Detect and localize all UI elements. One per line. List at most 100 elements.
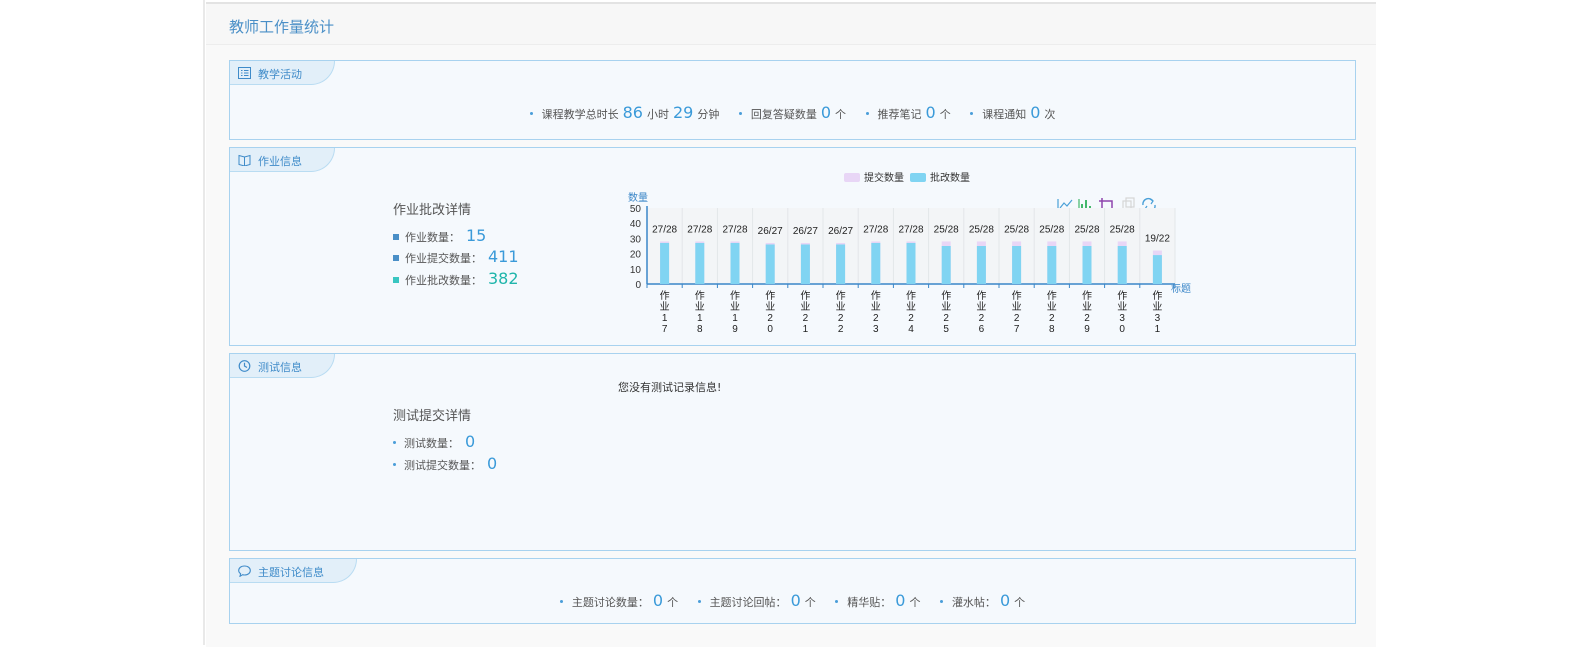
bar-graded <box>765 244 775 284</box>
x-tick-label: 业 <box>1047 301 1057 313</box>
stat-value: 0 <box>790 591 801 610</box>
test-info-panel: 测试信息 您没有测试记录信息! 测试提交详情 测试数量： 0 测试提交数量： 0 <box>229 353 1356 551</box>
x-tick-label: 业 <box>1152 301 1162 313</box>
x-tick-label: 7 <box>662 324 668 332</box>
x-tick-label: 3 <box>873 324 879 332</box>
x-tick-label: 1 <box>732 313 738 324</box>
stat-label: 精华贴： <box>847 596 892 609</box>
discussion-info-panel: 主题讨论信息 主题讨论数量： 0 个 主题讨论回帖： 0 个 精华贴： 0 个 灌水帖： 0 个 <box>229 558 1356 624</box>
x-tick-label: 作 <box>730 290 740 302</box>
stat-value: 0 <box>820 103 832 122</box>
x-tick-label: 2 <box>1049 313 1055 324</box>
reply-count-stat: 回复答疑数量 0 个 <box>738 103 846 122</box>
legend-submitted-swatch[interactable] <box>844 173 860 182</box>
discussion-info-tab: 主题讨论信息 <box>230 559 357 583</box>
homework-info-panel: 作业信息 作业批改详情 作业数量： 15 作业提交数量： 411 作业批改数量： 38… <box>229 147 1356 346</box>
featured-post-stat: 精华贴： 0 个 <box>835 591 920 610</box>
data-label: 26/27 <box>793 226 818 237</box>
item-value: 411 <box>488 247 519 266</box>
x-tick-label: 作 <box>1047 290 1057 302</box>
stat-value: 0 <box>925 103 936 122</box>
data-label: 25/28 <box>1074 224 1099 235</box>
x-tick-label: 业 <box>1012 301 1022 313</box>
page-title: 教师工作量统计 <box>229 18 335 36</box>
bullet-dot <box>970 111 974 115</box>
x-tick-label: 7 <box>1014 324 1020 332</box>
discussion-reply-stat: 主题讨论回帖： 0 个 <box>697 591 816 610</box>
x-tick-label: 业 <box>1117 301 1127 313</box>
bullet-dot <box>939 599 943 603</box>
legend-graded-label[interactable]: 批改数量 <box>930 171 970 184</box>
x-tick-label: 作 <box>1117 290 1127 302</box>
chat-bubble-icon <box>238 565 251 577</box>
bullet-dot <box>559 599 563 603</box>
stat-value: 86 <box>622 103 643 122</box>
x-tick-label: 5 <box>943 324 949 332</box>
page-header: 教师工作量统计 <box>206 4 1376 45</box>
y-tick-label: 30 <box>630 234 642 245</box>
y-tick-label: 20 <box>630 250 642 261</box>
bar-graded <box>1047 246 1057 284</box>
data-label: 26/27 <box>828 226 853 237</box>
data-label: 25/28 <box>934 224 959 235</box>
test-info-tab: 测试信息 <box>230 354 335 378</box>
stat-label: 课程教学总时长 <box>541 108 619 121</box>
stat-value: 0 <box>652 591 664 610</box>
bullet-dot <box>738 111 742 115</box>
stat-value: 0 <box>1030 103 1041 122</box>
x-tick-label: 业 <box>871 301 881 313</box>
bar-graded <box>1082 246 1092 284</box>
legend-square <box>393 234 399 240</box>
x-tick-label: 2 <box>838 313 844 324</box>
test-submitted-item: 测试提交数量： 0 <box>393 454 497 473</box>
bar-graded <box>800 244 810 284</box>
stat-unit: 个 <box>939 108 951 121</box>
x-tick-label: 业 <box>730 301 740 313</box>
x-tick-label: 2 <box>1084 313 1090 324</box>
teaching-activity-tab-label: 教学活动 <box>258 68 302 81</box>
bar-graded <box>695 242 705 284</box>
chart-plot: 0102030405027/28作业1727/28作业1827/28作业1926… <box>630 204 1176 332</box>
x-tick-label: 8 <box>697 324 703 332</box>
x-tick-label: 0 <box>1119 324 1125 332</box>
recommended-notes-stat: 推荐笔记 0 个 <box>865 103 951 122</box>
x-tick-label: 3 <box>1119 313 1125 324</box>
stat-unit: 个 <box>909 596 921 609</box>
legend-graded-swatch[interactable] <box>910 173 926 182</box>
teaching-activity-panel: 教学活动 课程教学总时长 86 小时 29 分钟 回复答疑数量 0 个 推荐笔记 0 个 课程通… <box>229 60 1356 140</box>
x-tick-label: 4 <box>908 324 914 332</box>
teaching-duration-stat: 课程教学总时长 86 小时 29 分钟 <box>529 103 719 122</box>
data-label: 27/28 <box>687 224 712 235</box>
bar-graded <box>976 246 986 284</box>
x-tick-label: 作 <box>1012 290 1022 302</box>
x-tick-label: 业 <box>976 301 986 313</box>
homework-bar-chart: 提交数量 批改数量 数量 标题 0102030405027/28作业1727/2… <box>628 171 1191 332</box>
homework-detail-title: 作业批改详情 <box>393 203 472 218</box>
bullet-dot <box>393 462 396 466</box>
item-label: 作业数量： <box>405 231 460 244</box>
x-tick-label: 0 <box>767 324 773 332</box>
chart-legend: 提交数量 批改数量 <box>844 171 970 184</box>
teaching-stats: 课程教学总时长 86 小时 29 分钟 回复答疑数量 0 个 推荐笔记 0 个 课程通知 0 次 <box>230 103 1355 122</box>
legend-submitted-label[interactable]: 提交数量 <box>864 171 904 184</box>
bar-graded <box>836 244 846 284</box>
stat-label: 主题讨论数量： <box>571 596 649 609</box>
stat-label: 课程通知 <box>982 108 1027 121</box>
discussion-stats: 主题讨论数量： 0 个 主题讨论回帖： 0 个 精华贴： 0 个 灌水帖： 0 个 <box>230 591 1355 610</box>
bullet-dot <box>529 111 533 115</box>
item-value: 0 <box>465 432 476 451</box>
homework-submitted-item: 作业提交数量： 411 <box>393 247 519 266</box>
data-label: 26/27 <box>758 226 783 237</box>
y-tick-label: 50 <box>630 204 642 215</box>
x-tick-label: 8 <box>1049 324 1055 332</box>
stat-label: 主题讨论回帖： <box>709 596 787 609</box>
x-tick-label: 1 <box>697 313 703 324</box>
item-label: 作业批改数量： <box>405 274 482 287</box>
x-tick-label: 作 <box>941 290 951 302</box>
x-tick-label: 2 <box>803 313 809 324</box>
item-value: 382 <box>488 269 519 288</box>
legend-square <box>393 277 399 283</box>
x-tick-label: 3 <box>1155 313 1161 324</box>
x-tick-label: 作 <box>1152 290 1162 302</box>
data-label: 27/28 <box>722 224 747 235</box>
